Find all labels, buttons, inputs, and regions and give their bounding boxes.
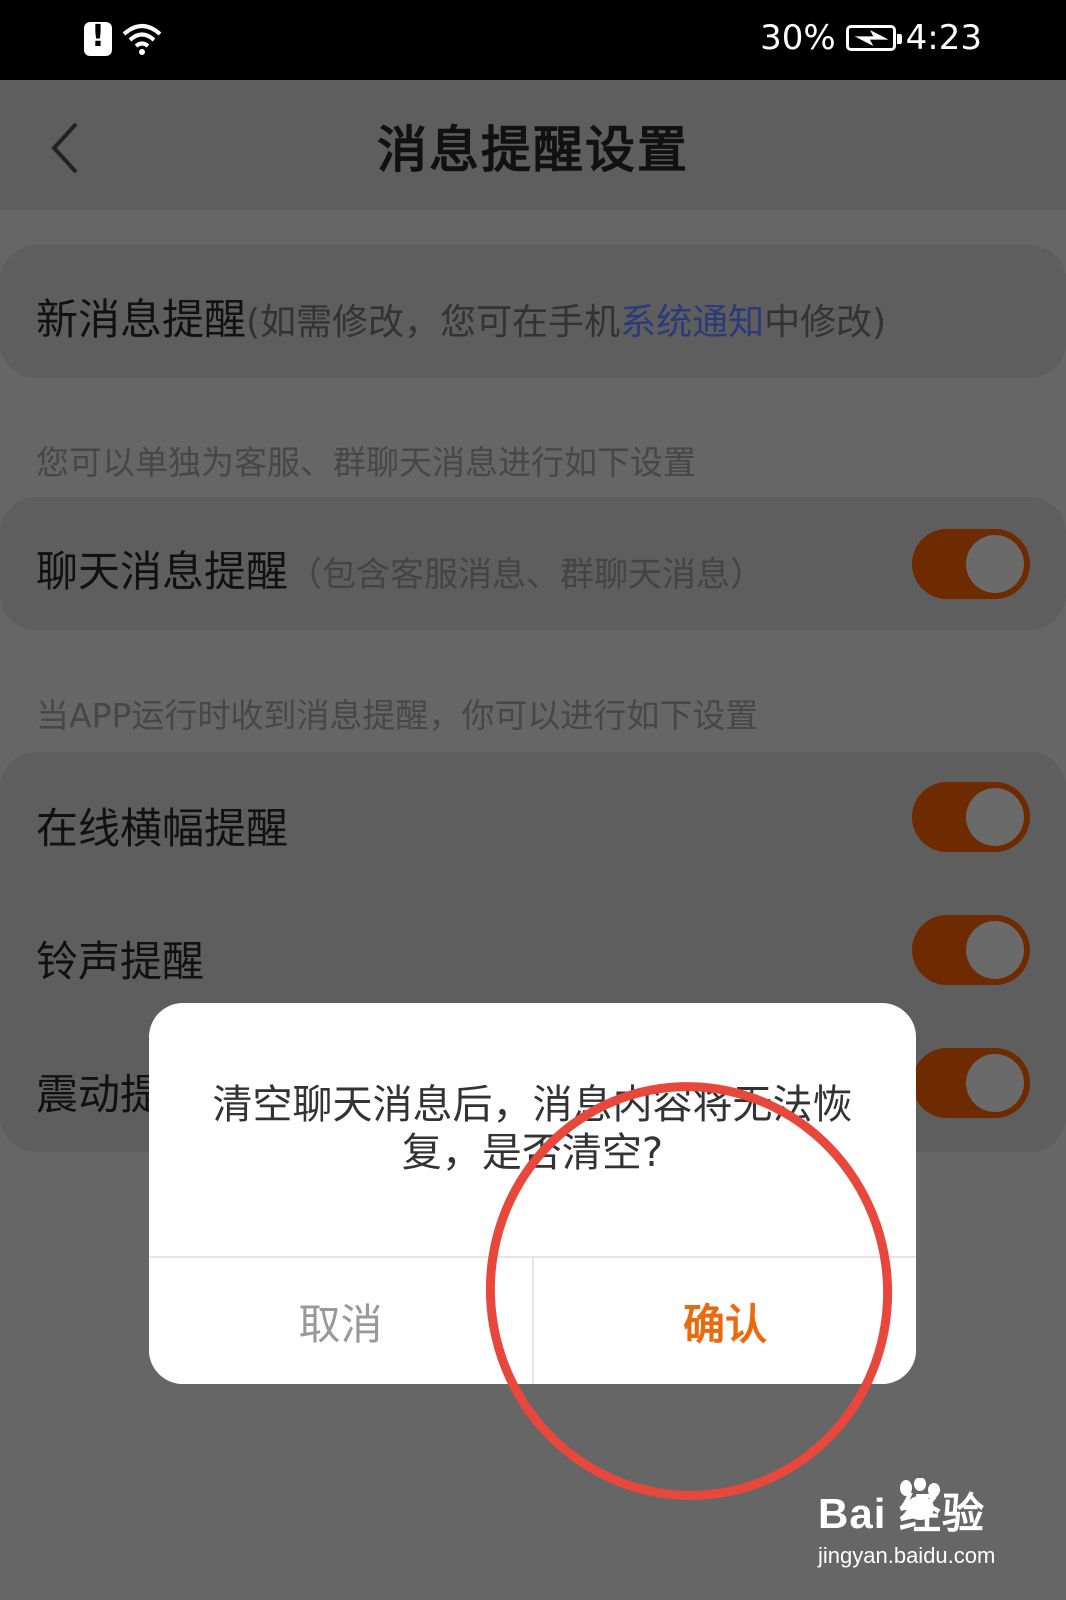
- ringtone-reminder-toggle[interactable]: [912, 915, 1030, 985]
- battery-charging-icon: [845, 25, 902, 51]
- paw-logo-icon: [900, 1478, 940, 1520]
- battery-percent: 30%: [760, 18, 836, 58]
- page-title: 消息提醒设置: [377, 121, 689, 179]
- vibration-reminder-toggle[interactable]: [912, 1048, 1030, 1118]
- new-message-hint-prefix: (如需修改，您可在手机: [246, 302, 621, 343]
- toggle-knob: [966, 921, 1024, 979]
- ringtone-reminder-label: 铃声提醒: [36, 937, 205, 986]
- section-note-app: 当APP运行时收到消息提醒，你可以进行如下设置: [36, 696, 759, 735]
- status-icons-left: [84, 19, 162, 56]
- banner-reminder-toggle[interactable]: [912, 782, 1030, 852]
- toggle-knob: [966, 535, 1024, 593]
- new-message-hint-suffix: 中修改): [764, 302, 887, 343]
- chat-reminder-hint: （包含客服消息、群聊天消息）: [288, 555, 765, 595]
- cancel-button[interactable]: 取消: [149, 1258, 532, 1384]
- section-note-chat: 您可以单独为客服、群聊天消息进行如下设置: [36, 443, 696, 482]
- new-message-label: 新消息提醒: [36, 295, 247, 344]
- chat-reminder-toggle[interactable]: [912, 529, 1030, 599]
- baidu-jingyan-watermark: Bai 经验 jingyan.baidu.com: [818, 1478, 996, 1569]
- vibration-reminder-label: 震动提: [36, 1070, 163, 1119]
- chat-reminder-label: 聊天消息提醒: [36, 547, 289, 596]
- chat-reminder-row: 聊天消息提醒（包含客服消息、群聊天消息）: [36, 538, 764, 599]
- alert-icon: [84, 19, 112, 56]
- clock: 4:23: [905, 18, 982, 58]
- toggle-knob: [966, 788, 1024, 846]
- status-bar: 30% 4:23: [0, 0, 1066, 80]
- system-notification-link[interactable]: 系统通知: [620, 302, 764, 343]
- new-message-row: 新消息提醒(如需修改，您可在手机系统通知中修改): [36, 286, 886, 347]
- watermark-url: jingyan.baidu.com: [818, 1543, 996, 1568]
- wifi-icon: [122, 24, 162, 55]
- status-icons-right: 30% 4:23: [760, 18, 982, 58]
- toggle-knob: [966, 1054, 1024, 1112]
- banner-reminder-label: 在线横幅提醒: [36, 804, 289, 853]
